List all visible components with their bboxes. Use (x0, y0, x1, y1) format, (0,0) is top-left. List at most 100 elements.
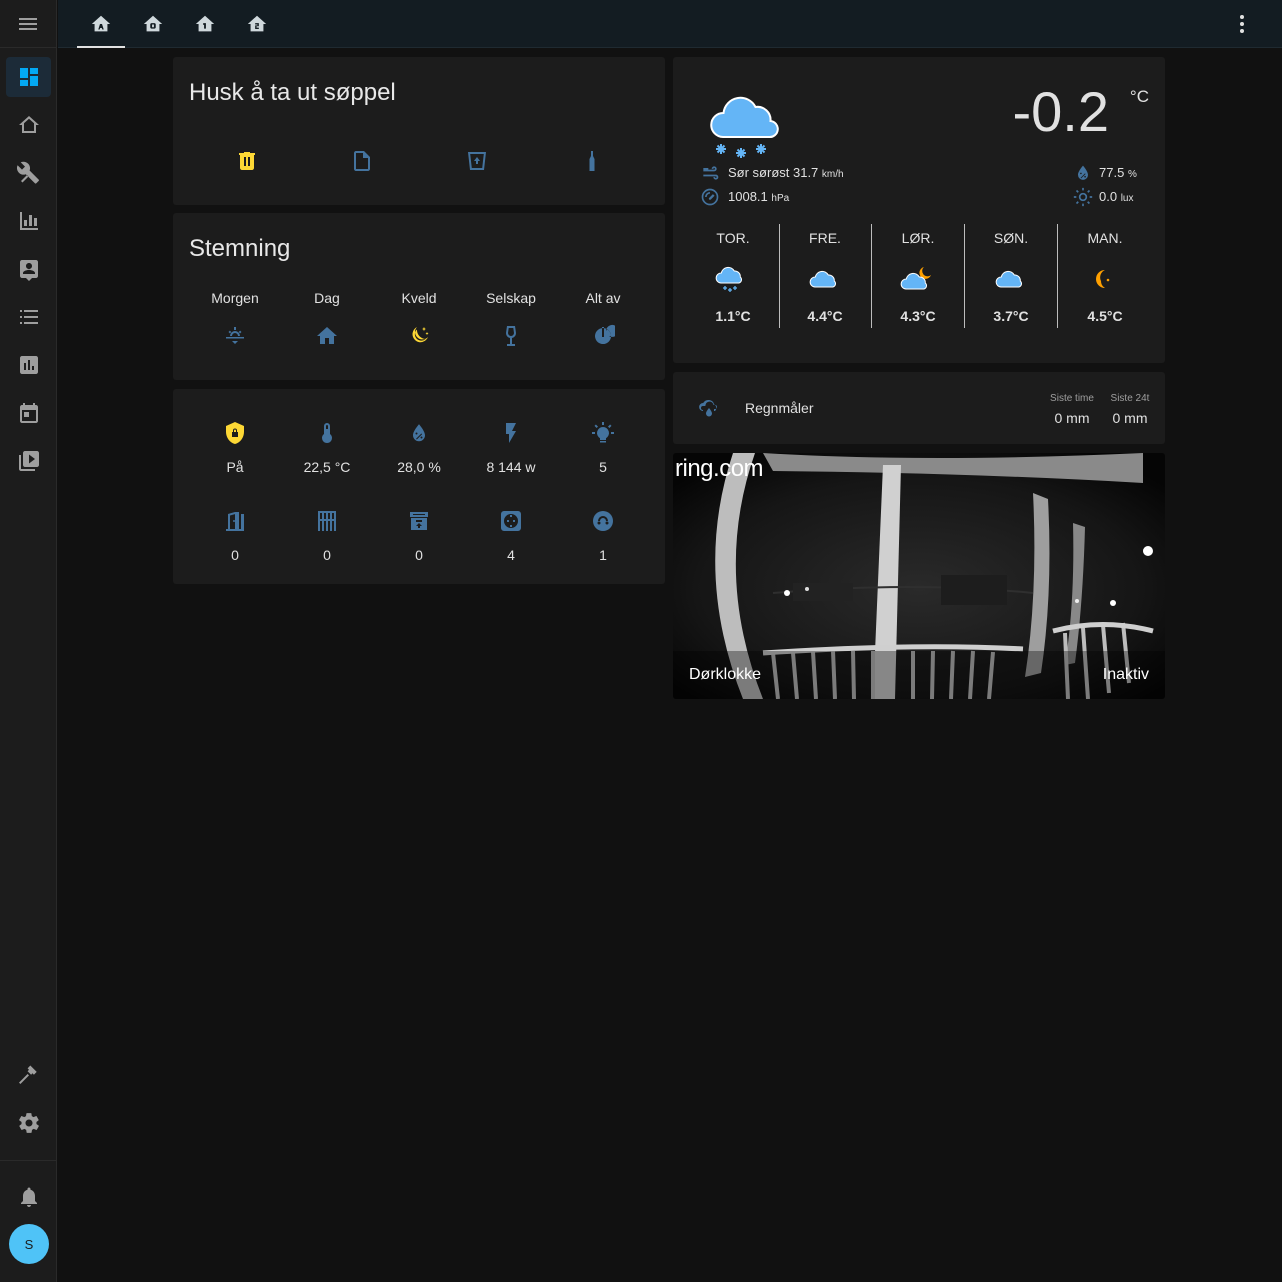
sidebar-item-calendar[interactable] (6, 393, 51, 433)
rain-col2-label: Siste 24t (1110, 393, 1150, 404)
pressure-value: 1008.1 (728, 189, 768, 204)
glass-wine-icon (505, 326, 517, 346)
scene-kveld[interactable]: Kveld (379, 290, 459, 348)
sockets-status[interactable]: 4 (471, 509, 551, 563)
forecast-divider (871, 224, 872, 328)
rain-gauge-card[interactable]: Regnmåler Siste time 0 mm Siste 24t 0 mm (673, 372, 1165, 444)
temperature-status[interactable]: 22,5 °C (287, 421, 367, 475)
cog-icon (18, 1113, 39, 1133)
gauge-icon (701, 188, 719, 206)
top-bar (58, 0, 1282, 48)
trash-can-button[interactable] (235, 149, 259, 173)
rain-col1-value: 0 mm (1054, 410, 1090, 426)
scene-morgen[interactable]: Morgen (195, 290, 275, 348)
tab-home-floor-a[interactable] (77, 0, 125, 48)
temperature-unit: °C (1129, 87, 1149, 106)
weather-pouring-icon (699, 400, 717, 417)
ring-logo: ring.com (675, 455, 764, 482)
snowy-cloud-icon (710, 96, 779, 158)
home-outline-icon (18, 116, 39, 133)
sidebar-divider (0, 1160, 57, 1161)
sidebar-item-home[interactable] (6, 105, 51, 145)
sidebar-item-notifications[interactable] (6, 1177, 51, 1217)
sidebar-item-media[interactable] (6, 441, 51, 481)
status-value: 0 (415, 547, 423, 563)
humidity-status[interactable]: 28,0 % (379, 421, 459, 475)
rain-col2-value: 0 mm (1112, 410, 1148, 426)
illuminance-reading: 0.0 lux (1099, 189, 1134, 204)
scene-alt-av[interactable]: Alt av (563, 290, 643, 348)
play-box-icon (18, 451, 39, 471)
tab-home-floor-1[interactable] (181, 0, 229, 48)
doors-status[interactable]: 0 (195, 509, 275, 563)
power-status[interactable]: 8 144 w (471, 421, 551, 475)
recycle-bin-icon (468, 152, 486, 170)
windows-status[interactable]: 0 (287, 509, 367, 563)
sidebar-item-tools[interactable] (6, 153, 51, 193)
bottle-button[interactable] (580, 149, 604, 173)
forecast-temp: 3.7°C (993, 308, 1029, 324)
humidity-value: 77.5 (1099, 165, 1125, 180)
sidebar-item-energy[interactable] (6, 345, 51, 385)
moon-stars-icon (412, 327, 429, 343)
tab-home-floor-0[interactable] (129, 0, 177, 48)
lights-status[interactable]: 5 (563, 421, 643, 475)
forecast-icon-wrap (980, 263, 1040, 295)
paper-button[interactable] (350, 149, 374, 173)
partly-cloudy-night-icon (900, 267, 931, 290)
status-value: 1 (599, 547, 607, 563)
forecast-temp: 4.5°C (1087, 308, 1123, 324)
speaker-icon (593, 511, 613, 531)
sidebar-item-developer[interactable] (6, 1055, 51, 1095)
rain-col1-label: Siste time (1050, 393, 1094, 404)
sidebar-item-overview[interactable] (6, 57, 51, 97)
water-percent-icon (413, 424, 425, 442)
sidebar-item-logbook[interactable] (6, 297, 51, 337)
calendar-icon (19, 403, 38, 423)
sidebar-item-profile[interactable] (6, 249, 51, 289)
illuminance-unit: lux (1120, 193, 1134, 204)
forecast-day: TOR. (716, 230, 750, 246)
scene-label: Selskap (486, 290, 536, 306)
archive-icon (410, 512, 428, 530)
status-value: 0 (323, 547, 331, 563)
forecast-day: SØN. (993, 230, 1029, 246)
pressure-unit: hPa (771, 193, 790, 204)
forecast-icon-wrap (794, 263, 854, 295)
tab-home-floor-2[interactable] (233, 0, 281, 48)
wind-unit: km/h (821, 169, 844, 180)
sidebar-item-history[interactable] (6, 201, 51, 241)
alarm-status[interactable]: På (195, 421, 275, 475)
menu-icon[interactable] (16, 12, 40, 36)
weather-card[interactable]: -0.2 °C Sør sørøst 31.7 km/h 1008.1 hPa … (673, 57, 1165, 363)
bottle-icon (589, 151, 595, 171)
status-value: 28,0 % (397, 459, 441, 475)
brightness-icon (1073, 187, 1093, 207)
sunrise-icon (226, 327, 244, 344)
account-box-icon (19, 260, 38, 281)
paper-icon (354, 151, 370, 171)
recycle-bin-button[interactable] (465, 149, 489, 173)
more-vert-icon[interactable] (1230, 12, 1254, 36)
humidity-unit: % (1127, 169, 1137, 180)
drawers-status[interactable]: 0 (379, 509, 459, 563)
scene-label: Dag (314, 290, 340, 306)
chart-bar-icon (19, 212, 38, 230)
snowy-cloud-icon (715, 266, 742, 292)
sidebar-item-settings[interactable] (6, 1103, 51, 1143)
shield-lock-icon (226, 422, 244, 444)
scene-selskap[interactable]: Selskap (471, 290, 551, 348)
scene-dag[interactable]: Dag (287, 290, 367, 348)
avatar[interactable]: S (9, 1224, 49, 1264)
forecast-day: LØR. (901, 230, 935, 246)
power-icon (595, 324, 615, 345)
trash-card: Husk å ta ut søppel (173, 57, 665, 205)
home-floor-a-icon (91, 15, 111, 32)
scene-label: Kveld (401, 290, 437, 306)
home-floor-2-icon (247, 15, 267, 32)
doorbell-camera-card[interactable]: ring.com Dørklokke Inaktiv (673, 453, 1165, 699)
home-floor-1-icon (195, 15, 215, 32)
cloudy-icon (995, 270, 1022, 288)
speakers-status[interactable]: 1 (563, 509, 643, 563)
rain-gauge-title: Regnmåler (745, 400, 814, 416)
